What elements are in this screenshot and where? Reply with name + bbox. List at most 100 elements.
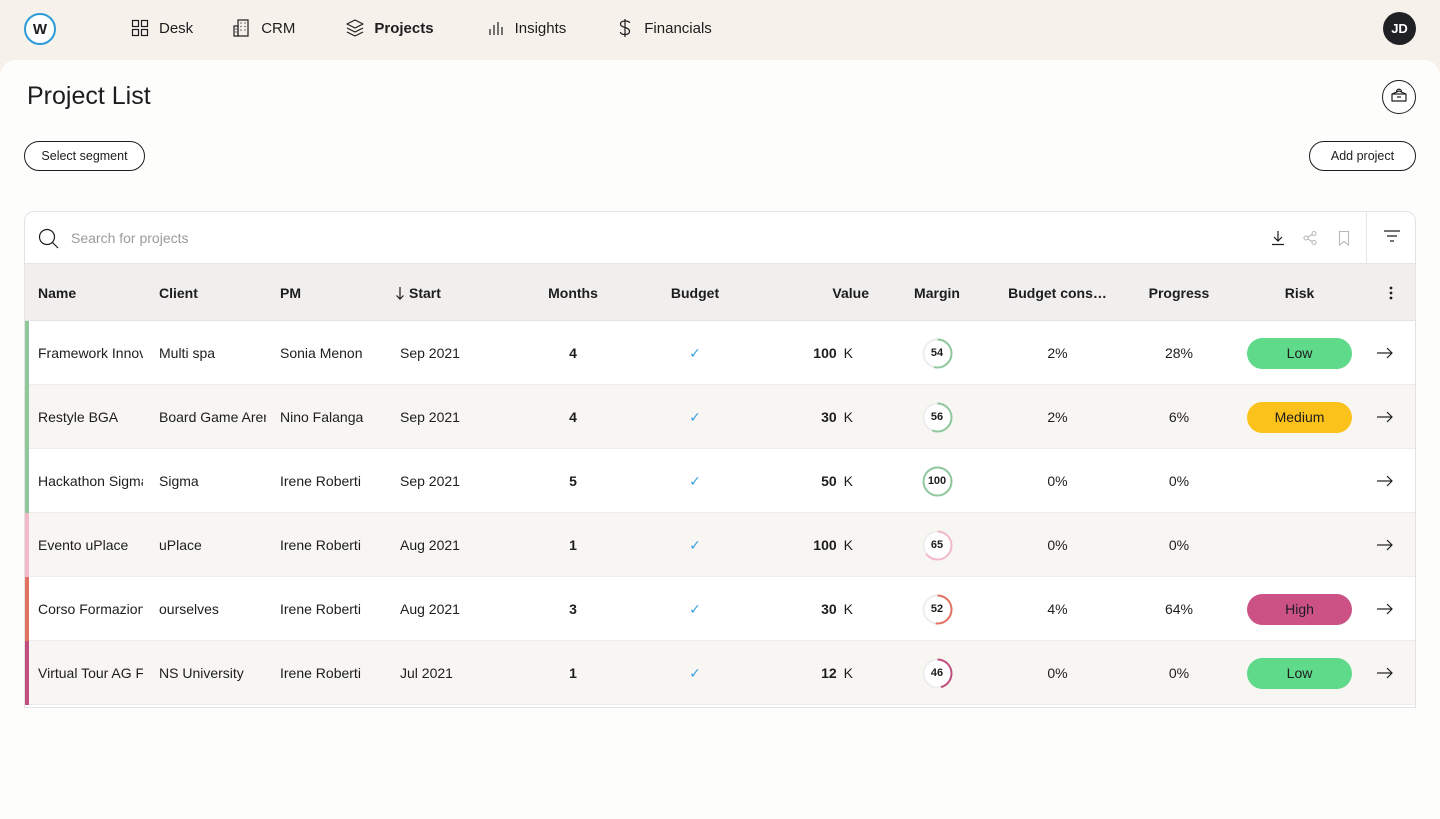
pm-name: Irene Roberti <box>280 473 361 489</box>
main-panel: Project List Select segment Add project <box>0 60 1440 819</box>
nav-label: Financials <box>644 19 712 37</box>
column-header-budget-consumed[interactable]: Budget cons… <box>1000 264 1115 321</box>
logo-letter: W <box>29 18 51 40</box>
add-project-button[interactable]: Add project <box>1309 141 1416 171</box>
risk-badge: High <box>1247 593 1352 625</box>
app-logo[interactable]: W <box>24 13 56 45</box>
filter-icon <box>1383 229 1401 248</box>
download-icon[interactable] <box>1269 229 1287 247</box>
margin-value: 65 <box>930 539 944 551</box>
value-number: 30 <box>821 601 837 617</box>
nav-item-financials[interactable]: Financials <box>615 0 712 56</box>
row-status-accent <box>25 321 29 385</box>
column-header-progress[interactable]: Progress <box>1129 264 1229 321</box>
project-value: 100 K <box>769 513 853 577</box>
margin-gauge: 100 <box>887 449 987 513</box>
arrow-right-icon[interactable] <box>1375 407 1395 427</box>
project-value: 50 K <box>769 449 853 513</box>
nav-label: Projects <box>374 19 434 37</box>
nav-item-projects[interactable]: Projects <box>345 0 434 56</box>
column-header-margin[interactable]: Margin <box>887 264 987 321</box>
bar-chart-icon <box>486 18 506 38</box>
margin-gauge: 46 <box>887 641 987 705</box>
budget-check-icon: ✓ <box>689 600 701 617</box>
nav-item-desk[interactable]: Desk <box>130 0 193 56</box>
table-row[interactable]: Restyle BGA Board Game Arena Nino Falanga S… <box>25 385 1415 449</box>
project-name[interactable]: Hackathon Sigma <box>38 449 143 513</box>
row-status-accent <box>25 513 29 577</box>
box-button[interactable] <box>1382 80 1416 114</box>
table-row[interactable]: Evento uPlace uPlace Irene Roberti Aug 2021… <box>25 513 1415 577</box>
arrow-right-icon[interactable] <box>1375 471 1395 491</box>
select-segment-button[interactable]: Select segment <box>24 141 145 171</box>
dollar-icon <box>615 18 635 38</box>
pm-name: Irene Roberti <box>280 537 361 553</box>
risk-cell <box>1247 513 1352 577</box>
nav-item-crm[interactable]: CRM <box>232 0 295 56</box>
table-row[interactable]: Virtual Tour AG Fair NS University Irene R… <box>25 641 1415 705</box>
progress-value: 6% <box>1168 409 1190 425</box>
arrow-right-icon[interactable] <box>1375 535 1395 555</box>
budget-consumed: 2% <box>1047 345 1068 361</box>
budget-consumed: 0% <box>1047 537 1068 553</box>
months-value: 1 <box>569 537 577 553</box>
column-header-months[interactable]: Months <box>523 264 623 321</box>
arrow-right-icon[interactable] <box>1375 663 1395 683</box>
arrow-right-icon[interactable] <box>1375 599 1395 619</box>
column-header-client[interactable]: Client <box>159 264 269 321</box>
project-name[interactable]: Corso Formazione <box>38 577 143 641</box>
project-name[interactable]: Framework Innovation <box>38 321 143 385</box>
margin-gauge: 52 <box>887 577 987 641</box>
value-number: 100 <box>813 345 837 361</box>
bookmark-icon[interactable] <box>1335 229 1353 247</box>
months-value: 5 <box>569 473 577 489</box>
pm-name: Irene Roberti <box>280 665 361 681</box>
user-avatar[interactable]: JD <box>1383 12 1416 45</box>
start-date: Jul 2021 <box>400 665 453 681</box>
value-unit: K <box>843 345 853 361</box>
budget-check-icon: ✓ <box>689 344 701 361</box>
main-nav: Desk CRM Projects Insights Financials <box>130 0 712 56</box>
start-date: Aug 2021 <box>400 537 460 553</box>
project-name[interactable]: Evento uPlace <box>38 513 143 577</box>
layers-icon <box>345 18 365 38</box>
risk-cell: Medium <box>1247 385 1352 449</box>
budget-check-icon: ✓ <box>689 664 701 681</box>
box-icon <box>1389 85 1409 110</box>
client-name: uPlace <box>159 537 202 553</box>
project-name[interactable]: Virtual Tour AG Fair <box>38 641 143 705</box>
budget-consumed: 0% <box>1047 473 1068 489</box>
margin-value: 54 <box>930 347 944 359</box>
months-value: 4 <box>569 409 577 425</box>
column-header-name[interactable]: Name <box>38 264 148 321</box>
arrow-right-icon[interactable] <box>1375 343 1395 363</box>
client-name: Board Game Arena <box>159 409 266 425</box>
search-icon <box>38 228 60 255</box>
margin-value: 46 <box>930 667 944 679</box>
risk-badge: Low <box>1247 657 1352 689</box>
search-input[interactable] <box>71 226 1221 250</box>
budget-consumed: 0% <box>1047 665 1068 681</box>
nav-item-insights[interactable]: Insights <box>486 0 566 56</box>
row-status-accent <box>25 577 29 641</box>
grid-icon <box>130 18 150 38</box>
value-unit: K <box>843 409 853 425</box>
column-header-pm[interactable]: PM <box>280 264 390 321</box>
value-number: 50 <box>821 473 837 489</box>
budget-consumed: 2% <box>1047 409 1068 425</box>
share-icon[interactable] <box>1301 229 1319 247</box>
nav-label: CRM <box>261 19 296 37</box>
project-name[interactable]: Restyle BGA <box>38 385 143 449</box>
column-header-risk[interactable]: Risk <box>1247 264 1352 321</box>
client-name: Multi spa <box>159 345 216 361</box>
value-number: 12 <box>821 665 837 681</box>
column-header-value[interactable]: Value <box>769 264 869 321</box>
column-header-budget[interactable]: Budget <box>645 264 745 321</box>
table-row[interactable]: Corso Formazione ourselves Irene Roberti Au… <box>25 577 1415 641</box>
column-header-start[interactable]: Start <box>395 264 505 321</box>
more-columns-icon[interactable] <box>1381 264 1401 321</box>
table-row[interactable]: Framework Innovation Multi spa Sonia Menon… <box>25 321 1415 385</box>
filter-button[interactable] <box>1366 212 1415 264</box>
pm-name: Nino Falanga <box>280 409 364 425</box>
table-row[interactable]: Hackathon Sigma Sigma Irene Roberti Sep 202… <box>25 449 1415 513</box>
